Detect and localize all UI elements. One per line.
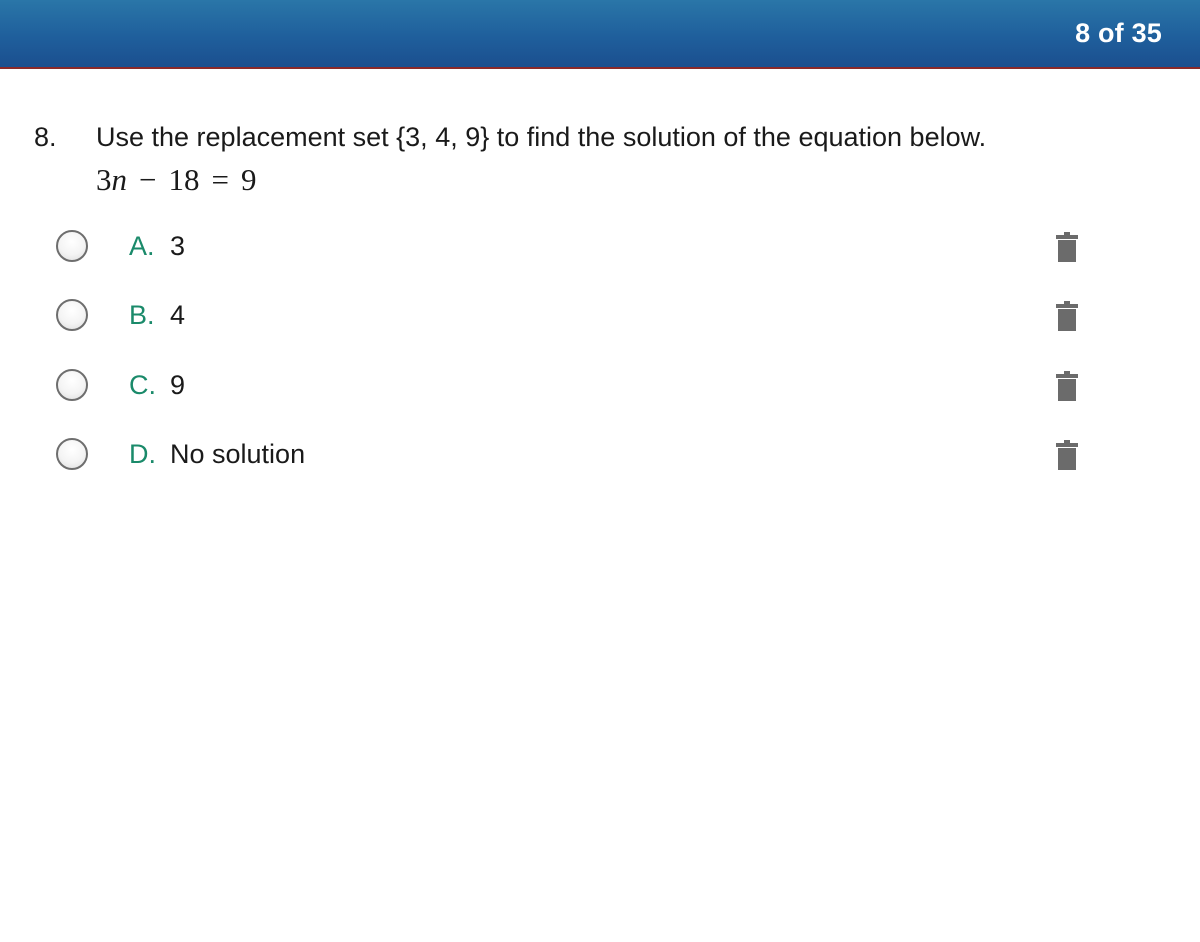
choice-letter-c: C. [129, 370, 156, 400]
choice-d[interactable]: D. No solution [0, 420, 1200, 490]
choice-letter-b: B. [129, 300, 155, 330]
trash-icon[interactable] [1055, 301, 1079, 331]
radio-button-b[interactable] [56, 299, 88, 331]
equation-rhs: 9 [240, 162, 257, 197]
equation-equals: = [211, 162, 229, 197]
equation-variable: n [111, 162, 128, 197]
radio-button-a[interactable] [56, 230, 88, 262]
trash-icon[interactable] [1055, 440, 1079, 470]
radio-button-d[interactable] [56, 438, 88, 470]
radio-button-c[interactable] [56, 369, 88, 401]
equation-operator: − [139, 162, 157, 197]
question-number: 8. [34, 122, 57, 152]
equation-constant: 18 [168, 162, 200, 197]
choice-text-b: 4 [170, 300, 186, 330]
choice-c[interactable]: C. 9 [0, 351, 1200, 421]
choice-text-a: 3 [170, 231, 186, 261]
header-bar: 8 of 35 [0, 0, 1200, 69]
choice-text-c: 9 [170, 370, 186, 400]
question-counter: 8 of 35 [1075, 18, 1162, 48]
equation-coefficient: 3 [96, 162, 112, 197]
choice-b[interactable]: B. 4 [0, 281, 1200, 351]
choice-letter-a: A. [129, 231, 155, 261]
trash-icon[interactable] [1055, 232, 1079, 262]
question-text: Use the replacement set {3, 4, 9} to fin… [96, 122, 987, 152]
trash-icon[interactable] [1055, 371, 1079, 401]
choice-letter-d: D. [129, 439, 156, 469]
choice-a[interactable]: A. 3 [0, 212, 1200, 282]
choice-text-d: No solution [170, 439, 306, 469]
question-equation: 3n −18 = 9 [96, 162, 256, 198]
